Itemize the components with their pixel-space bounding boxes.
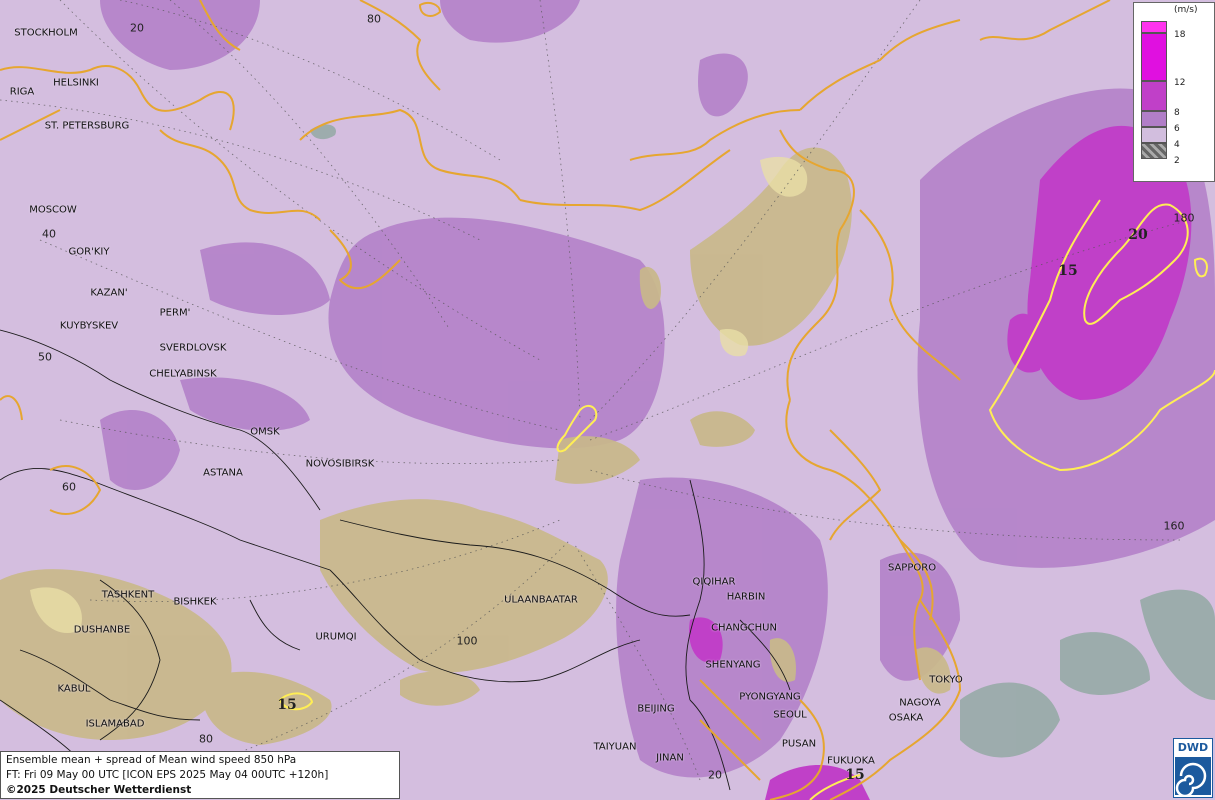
city-label: CHELYABINSK (149, 368, 217, 380)
city-label: URUMQI (315, 631, 357, 643)
graticule-label: 160 (1163, 519, 1185, 533)
contour-label: 20 (1128, 227, 1148, 243)
graticule-label: 20 (708, 768, 722, 782)
graticule-label: 40 (42, 227, 56, 241)
legend-swatch (1141, 127, 1167, 143)
city-label: KAZAN' (90, 287, 128, 299)
legend-swatch (1141, 111, 1167, 127)
legend-label: 2 (1174, 156, 1180, 166)
city-label: SAPPORO (887, 562, 937, 574)
city-label: STOCKHOLM (14, 27, 78, 39)
legend-label: 8 (1174, 108, 1180, 118)
contour-label: 15 (277, 697, 297, 713)
contour-label: 15 (845, 767, 865, 783)
city-label: PUSAN (781, 738, 817, 750)
city-label: SHENYANG (705, 659, 761, 671)
map-info-box: Ensemble mean + spread of Mean wind spee… (0, 751, 400, 799)
city-label: PERM' (159, 307, 191, 319)
city-label: TASHKENT (101, 589, 155, 601)
city-label: PYONGYANG (739, 691, 801, 703)
city-label: ST. PETERSBURG (44, 120, 130, 132)
dwd-logo: DWD (1173, 738, 1213, 798)
city-label: DUSHANBE (73, 624, 131, 636)
graticule-label: 50 (38, 350, 52, 364)
legend-swatch (1141, 21, 1167, 33)
dwd-swirl-icon (1175, 757, 1211, 796)
contour-label: 15 (1058, 263, 1078, 279)
city-label: FUKUOKA (827, 755, 875, 767)
legend-unit: (m/s) (1174, 5, 1198, 15)
graticule-label: 60 (62, 480, 76, 494)
city-label: ULAANBAATAR (504, 594, 578, 606)
legend-swatch (1141, 33, 1167, 81)
city-label: HARBIN (726, 591, 766, 603)
forecast-time: FT: Fri 09 May 00 UTC [ICON EPS 2025 May… (6, 769, 329, 781)
city-label: BEIJING (637, 703, 675, 715)
legend-label: 12 (1174, 78, 1186, 88)
city-label: TAIYUAN (593, 741, 637, 753)
city-label: SVERDLOVSK (159, 342, 227, 354)
graticule-label: 80 (367, 12, 381, 26)
graticule-label: 100 (456, 634, 478, 648)
city-label: JINAN (656, 752, 684, 764)
city-label: GOR'KIY (68, 246, 110, 258)
dwd-logo-text: DWD (1177, 741, 1209, 754)
city-label: BISHKEK (173, 596, 217, 608)
city-label: KUYBYSKEV (59, 320, 119, 332)
city-label: MOSCOW (29, 204, 77, 216)
city-label: ISLAMABAD (85, 718, 145, 730)
graticule-label: 80 (199, 732, 213, 746)
legend-swatch (1141, 143, 1167, 159)
weather-map (0, 0, 1215, 800)
legend-swatch (1141, 81, 1167, 111)
city-label: ASTANA (203, 467, 243, 479)
legend-label: 4 (1174, 140, 1180, 150)
copyright: ©2025 Deutscher Wetterdienst (6, 784, 192, 796)
product-title: Ensemble mean + spread of Mean wind spee… (6, 754, 297, 766)
city-label: SEOUL (773, 709, 807, 721)
color-legend: (m/s) 18 12 8 6 4 2 (1133, 2, 1215, 182)
legend-label: 6 (1174, 124, 1180, 134)
city-label: TOKYO (929, 674, 963, 686)
city-label: RIGA (9, 86, 35, 98)
graticule-label: 20 (130, 21, 144, 35)
city-label: QIQIHAR (692, 576, 736, 588)
legend-label: 18 (1174, 30, 1186, 40)
city-label: KABUL (57, 683, 91, 695)
graticule-label: 180 (1173, 211, 1195, 225)
city-label: OSAKA (888, 712, 924, 724)
city-label: NAGOYA (899, 697, 941, 709)
city-label: CHANGCHUN (711, 622, 777, 634)
city-label: NOVOSIBIRSK (305, 458, 375, 470)
city-label: OMSK (250, 426, 280, 438)
city-label: HELSINKI (53, 77, 99, 89)
